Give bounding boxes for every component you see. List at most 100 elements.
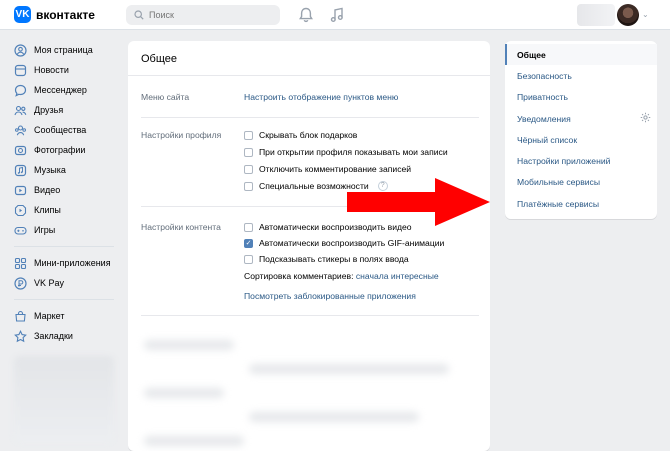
- sidebar-item-label: Новости: [34, 65, 69, 75]
- checkbox-label: Подсказывать стикеры в полях ввода: [259, 254, 409, 264]
- sidebar-item-messenger[interactable]: Мессенджер: [14, 80, 122, 100]
- video-icon: [14, 185, 27, 195]
- settings-menu-security[interactable]: Безопасность: [505, 65, 657, 86]
- gear-icon[interactable]: [640, 112, 651, 123]
- sidebar-item-label: Сообщества: [34, 125, 87, 135]
- sidebar-item-label: Друзья: [34, 105, 64, 115]
- settings-menu: Общее Безопасность Приватность Уведомлен…: [505, 41, 657, 219]
- sidebar-item-communities[interactable]: Сообщества: [14, 120, 122, 140]
- sidebar-item-label: Моя страница: [34, 45, 93, 55]
- settings-menu-payment-services[interactable]: Платёжные сервисы: [505, 193, 657, 214]
- sidebar-item-label: Музыка: [34, 165, 66, 175]
- sidebar-item-games[interactable]: Игры: [14, 220, 122, 240]
- sidebar-item-music[interactable]: Музыка: [14, 160, 122, 180]
- sidebar-item-label: Фотографии: [34, 145, 86, 155]
- show-my-posts-checkbox[interactable]: При открытии профиля показывать мои запи…: [244, 147, 448, 157]
- left-sidebar: Моя страница Новости Мессенджер Друзья С…: [14, 40, 122, 442]
- sidebar-item-label: Мини-приложения: [34, 258, 111, 268]
- checkbox-label: При открытии профиля показывать мои запи…: [259, 147, 448, 157]
- checkbox-box[interactable]: [244, 254, 253, 264]
- music-icon: [14, 164, 27, 176]
- red-arrow-annotation: [347, 178, 490, 226]
- configure-menu-link[interactable]: Настроить отображение пунктов меню: [244, 92, 398, 102]
- settings-menu-privacy[interactable]: Приватность: [505, 87, 657, 108]
- profile-icon: [14, 43, 27, 57]
- sidebar-item-vkpay[interactable]: VK Pay: [14, 273, 122, 293]
- sidebar-item-clips[interactable]: Клипы: [14, 200, 122, 220]
- sidebar-item-label: Мессенджер: [34, 85, 87, 95]
- vk-logo-text: вконтакте: [36, 7, 95, 22]
- sidebar-item-photos[interactable]: Фотографии: [14, 140, 122, 160]
- checkmark-icon[interactable]: ✓: [244, 238, 253, 248]
- settings-menu-label: Уведомления: [517, 113, 571, 124]
- checkbox-box[interactable]: [244, 164, 253, 174]
- vk-logo[interactable]: VK вконтакте: [14, 6, 95, 23]
- avatar[interactable]: [617, 4, 639, 26]
- mini-apps-icon: [14, 257, 27, 269]
- comment-sort-row: Сортировка комментариев: сначала интерес…: [244, 271, 439, 281]
- settings-menu-blacklist[interactable]: Чёрный список: [505, 129, 657, 150]
- settings-menu-notifications[interactable]: Уведомления: [505, 108, 657, 129]
- checkbox-box[interactable]: [244, 130, 253, 140]
- content-settings-label: Настройки контента: [141, 222, 221, 232]
- communities-icon: [15, 124, 26, 135]
- profile-name-blurred[interactable]: [577, 4, 615, 26]
- games-icon: [14, 226, 27, 235]
- sidebar-item-news[interactable]: Новости: [14, 60, 122, 80]
- section-divider: [141, 117, 479, 118]
- comment-sort-dropdown[interactable]: сначала интересные: [356, 271, 439, 281]
- sidebar-item-video[interactable]: Видео: [14, 180, 122, 200]
- search-icon: [134, 10, 144, 20]
- sidebar-item-my-page[interactable]: Моя страница: [14, 40, 122, 60]
- checkbox-box[interactable]: [244, 222, 253, 232]
- sidebar-item-label: Закладки: [34, 331, 73, 341]
- site-menu-label: Меню сайта: [141, 92, 190, 102]
- message-icon: [14, 84, 27, 97]
- sidebar-divider: [14, 246, 114, 247]
- bell-icon[interactable]: [297, 6, 315, 24]
- disable-comments-checkbox[interactable]: Отключить комментирование записей: [244, 164, 411, 174]
- settings-menu-mobile-services[interactable]: Мобильные сервисы: [505, 172, 657, 193]
- top-header: VK вконтакте ⌄: [0, 0, 670, 30]
- checkbox-box[interactable]: [244, 147, 253, 157]
- search-box[interactable]: [126, 5, 280, 25]
- blocked-apps-link[interactable]: Посмотреть заблокированные приложения: [244, 291, 416, 301]
- sidebar-divider: [14, 299, 114, 300]
- checkbox-box[interactable]: [244, 181, 253, 191]
- friends-icon: [14, 105, 27, 115]
- photo-icon: [14, 145, 27, 155]
- blurred-settings-area: [134, 326, 484, 446]
- sidebar-item-label: VK Pay: [34, 278, 65, 288]
- sidebar-item-mini-apps[interactable]: Мини-приложения: [14, 253, 122, 273]
- news-icon: [14, 64, 27, 76]
- sidebar-item-label: Видео: [34, 185, 61, 195]
- bookmarks-icon: [14, 329, 27, 342]
- market-icon: [15, 310, 26, 322]
- search-input[interactable]: [149, 10, 269, 20]
- sidebar-item-bookmarks[interactable]: Закладки: [14, 326, 122, 346]
- settings-menu-general[interactable]: Общее: [505, 44, 657, 66]
- sidebar-blurred-area: [14, 356, 114, 442]
- sidebar-item-label: Клипы: [34, 205, 61, 215]
- hide-gifts-checkbox[interactable]: Скрывать блок подарков: [244, 130, 357, 140]
- sidebar-item-market[interactable]: Маркет: [14, 306, 122, 326]
- comment-sort-label: Сортировка комментариев:: [244, 271, 354, 281]
- sidebar-item-label: Игры: [34, 225, 56, 235]
- checkbox-label: Отключить комментирование записей: [259, 164, 412, 174]
- profile-settings-label: Настройки профиля: [141, 130, 222, 140]
- suggest-stickers-checkbox[interactable]: Подсказывать стикеры в полях ввода: [244, 254, 409, 264]
- vk-logo-icon: VK: [14, 6, 31, 23]
- page-title: Общее: [128, 41, 490, 76]
- checkbox-label: Скрывать блок подарков: [259, 130, 358, 140]
- music-note-icon[interactable]: [328, 6, 346, 24]
- sidebar-item-label: Маркет: [34, 311, 65, 321]
- settings-menu-app-settings[interactable]: Настройки приложений: [505, 150, 657, 171]
- checkbox-label: Автоматически воспроизводить GIF-анимаци…: [259, 238, 445, 248]
- section-divider: [141, 315, 479, 316]
- clips-icon: [14, 204, 27, 216]
- sidebar-item-friends[interactable]: Друзья: [14, 100, 122, 120]
- autoplay-gif-checkbox[interactable]: ✓ Автоматически воспроизводить GIF-анима…: [244, 238, 444, 248]
- vkpay-icon: [14, 276, 27, 290]
- chevron-down-icon[interactable]: ⌄: [642, 10, 649, 19]
- settings-panel: Общее Меню сайта Настроить отображение п…: [128, 41, 490, 451]
